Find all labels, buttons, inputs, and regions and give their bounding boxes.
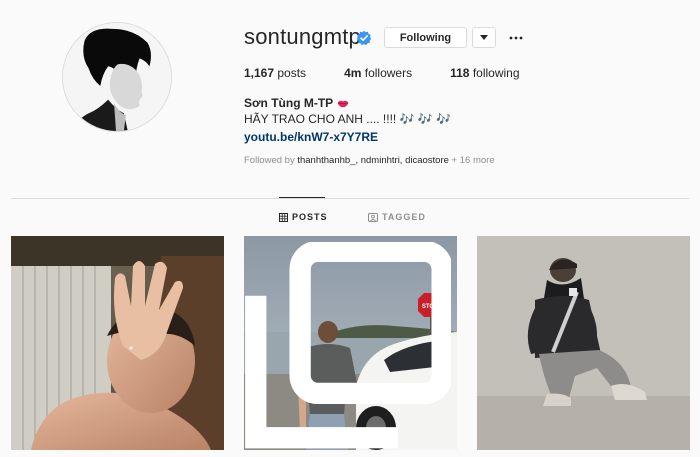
lips-emoji-icon	[337, 100, 349, 107]
carousel-icon	[245, 242, 451, 449]
followed-by-names: thanhthanhb_, ndminhtri, dicaostore	[297, 155, 449, 166]
suggestions-dropdown-button[interactable]	[472, 27, 496, 48]
post-thumbnail[interactable]	[11, 236, 224, 450]
verified-badge-icon	[356, 30, 372, 45]
profile-stats: 1,167 posts 4m followers 118 following	[244, 66, 558, 80]
post-image	[11, 236, 224, 450]
profile-avatar[interactable]	[62, 22, 172, 132]
post-thumbnail[interactable]: STOP	[244, 236, 457, 450]
followed-by-prefix: Followed by	[244, 155, 298, 166]
post-image	[477, 236, 690, 450]
following-count: 118	[450, 66, 470, 80]
posts-stat: 1,167 posts	[244, 66, 306, 80]
active-tab-indicator	[279, 197, 325, 198]
posts-count: 1,167	[244, 66, 275, 80]
chevron-down-icon	[480, 35, 488, 40]
profile-username: sontungmtp	[244, 24, 361, 49]
more-options-button[interactable]	[507, 27, 525, 48]
tab-posts-label: POSTS	[292, 212, 328, 222]
more-options-icon	[509, 36, 523, 39]
tab-tagged-label: TAGGED	[382, 212, 426, 222]
followers-count: 4m	[344, 66, 362, 80]
profile-website-link[interactable]: youtu.be/knW7-x7Y7RE	[244, 130, 378, 144]
followed-by-suffix: + 16 more	[448, 155, 495, 166]
tabs-divider	[11, 198, 689, 199]
profile-full-name: Sơn Tùng M-TP	[244, 96, 349, 110]
post-thumbnail[interactable]	[477, 236, 690, 450]
grid-icon	[279, 212, 288, 222]
followers-stat[interactable]: 4m followers	[344, 66, 412, 80]
following-label: following	[472, 66, 520, 80]
tagged-icon	[368, 212, 378, 222]
profile-bio: HÃY TRAO CHO ANH .... !!!! 🎶 🎶 🎶	[244, 112, 452, 126]
followed-by[interactable]: Followed by thanhthanhb_, ndminhtri, dic…	[244, 155, 495, 166]
followers-label: followers	[364, 66, 413, 80]
following-stat[interactable]: 118 following	[450, 66, 519, 80]
posts-label: posts	[277, 66, 307, 80]
tab-posts[interactable]: POSTS	[279, 212, 328, 222]
tab-tagged[interactable]: TAGGED	[368, 212, 426, 222]
avatar-image	[63, 23, 171, 131]
following-button[interactable]: Following	[384, 27, 467, 48]
full-name-text: Sơn Tùng M-TP	[244, 96, 334, 110]
